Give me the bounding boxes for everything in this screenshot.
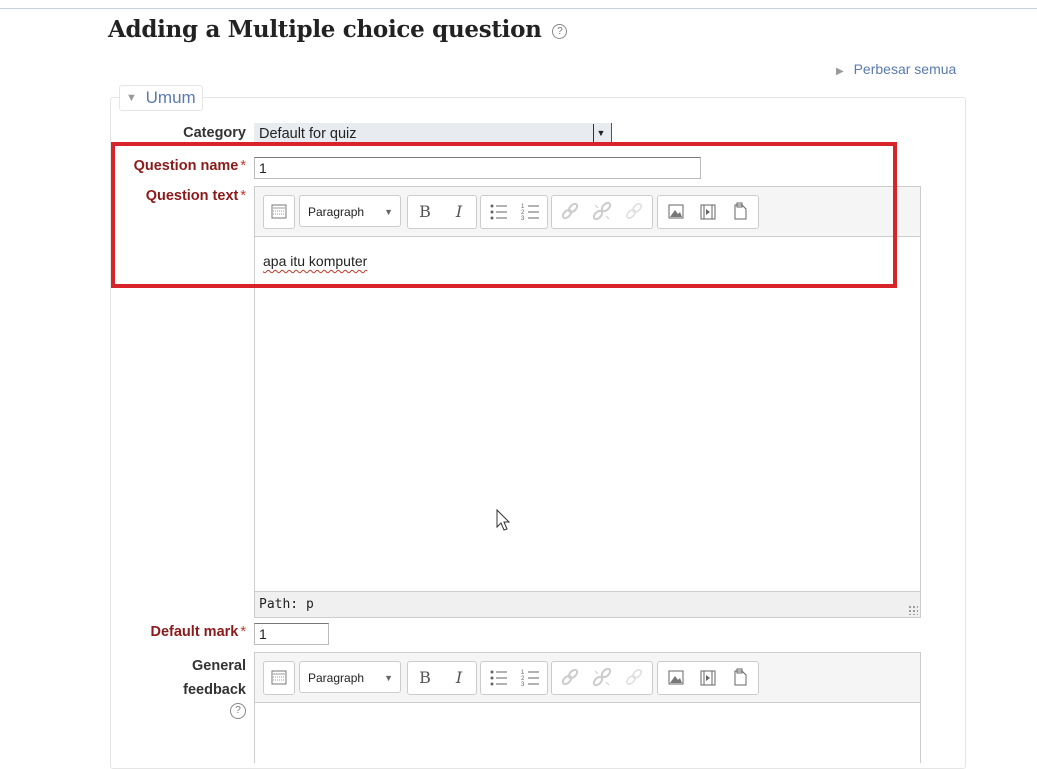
question-text-content-area[interactable]: apa itu komputer <box>255 237 920 590</box>
media-icon[interactable] <box>692 662 724 694</box>
category-label-text: Category <box>183 125 246 141</box>
editor-statusbar: Path: p <box>255 591 920 617</box>
triangle-down-icon: ▼ <box>126 92 137 104</box>
expand-all-label[interactable]: Perbesar semua <box>854 61 957 77</box>
highlight-box <box>111 142 897 288</box>
help-icon[interactable]: ? <box>230 703 246 719</box>
general-feedback-content-area[interactable] <box>255 703 920 763</box>
general-feedback-label-line2: feedback <box>183 682 246 698</box>
general-feedback-label-line1: General <box>192 658 246 674</box>
image-icon[interactable] <box>660 662 692 694</box>
section-legend-label[interactable]: Umum <box>146 88 196 107</box>
editor-toolbar: Paragraph ▼ B I 123 <box>255 653 920 703</box>
required-icon: * <box>240 624 246 640</box>
toggle-toolbar-button[interactable] <box>263 661 295 695</box>
default-mark-label: Default mark * <box>110 624 247 640</box>
link-icon[interactable] <box>554 662 586 694</box>
numbered-list-icon[interactable]: 123 <box>517 662 545 694</box>
link-group <box>551 661 653 695</box>
unlink-icon[interactable] <box>586 662 618 694</box>
chevron-down-icon[interactable]: ▼ <box>593 124 608 142</box>
help-icon[interactable]: ? <box>552 23 568 39</box>
triangle-right-icon: ▶ <box>836 66 844 77</box>
default-mark-label-text: Default mark <box>150 624 239 640</box>
top-divider <box>0 8 1037 9</box>
paragraph-format-value: Paragraph <box>308 671 365 685</box>
bold-icon[interactable]: B <box>408 662 442 694</box>
paragraph-format-select[interactable]: Paragraph ▼ <box>299 661 401 693</box>
resize-handle-icon[interactable] <box>908 605 918 615</box>
toggle-toolbar-icon <box>271 670 287 685</box>
editor-path: Path: p <box>259 597 314 612</box>
chevron-down-icon: ▼ <box>384 673 393 683</box>
general-feedback-label: General feedback <box>150 654 246 702</box>
manage-files-icon[interactable] <box>724 662 756 694</box>
bullet-list-icon[interactable] <box>485 662 513 694</box>
category-select-value: Default for quiz <box>259 126 357 142</box>
text-style-group: B I <box>407 661 477 695</box>
mouse-cursor-icon <box>496 509 511 531</box>
anchor-icon[interactable] <box>618 662 650 694</box>
italic-icon[interactable]: I <box>442 662 476 694</box>
section-legend[interactable]: ▼ Umum <box>119 85 203 111</box>
default-mark-input[interactable] <box>254 623 329 645</box>
insert-group <box>657 661 759 695</box>
page-title-text: Adding a Multiple choice question <box>108 16 542 43</box>
list-group: 123 <box>480 661 548 695</box>
category-label: Category <box>150 125 246 141</box>
expand-all-link[interactable]: ▶ Perbesar semua <box>836 61 956 77</box>
page-title: Adding a Multiple choice question ? <box>108 16 568 43</box>
svg-text:3: 3 <box>521 682 525 688</box>
general-feedback-editor[interactable]: Paragraph ▼ B I 123 <box>254 652 921 763</box>
